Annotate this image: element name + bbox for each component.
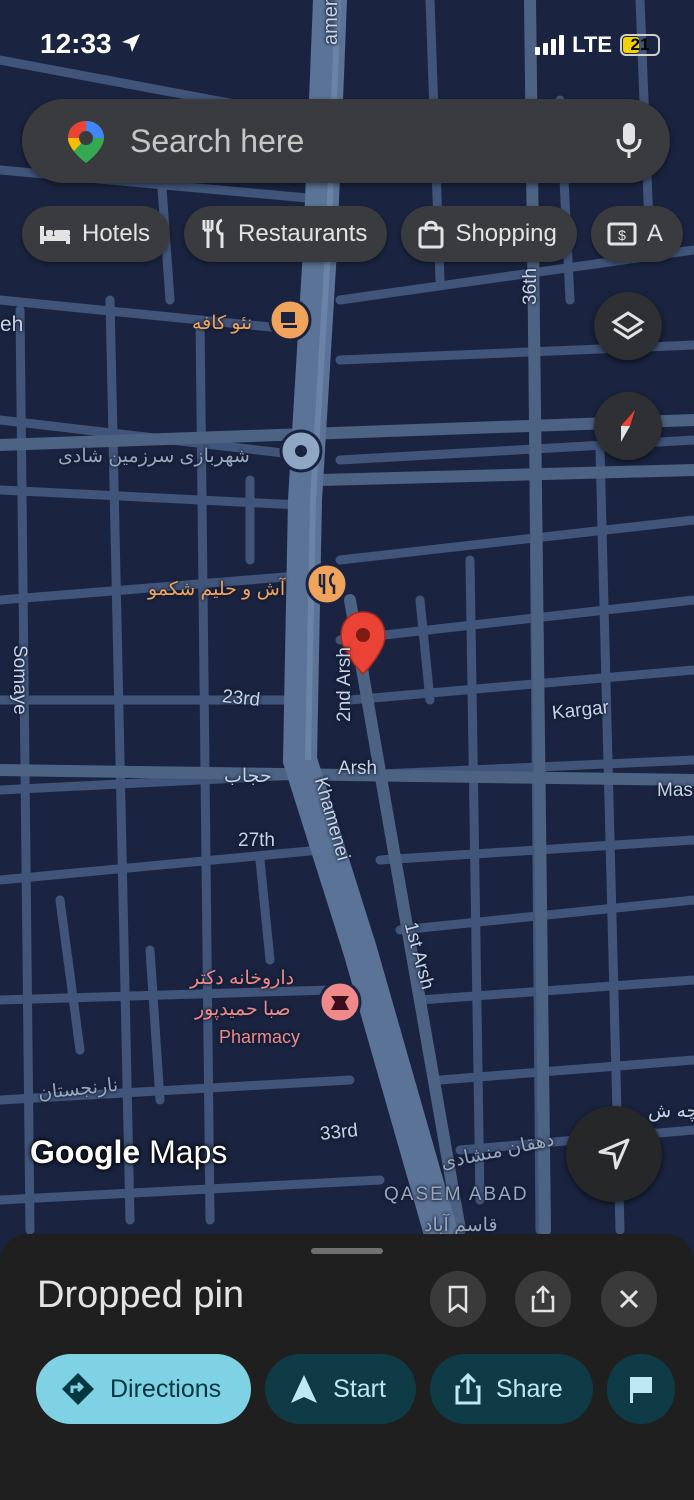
directions-button[interactable]: Directions: [36, 1354, 252, 1424]
network-type: LTE: [572, 32, 612, 57]
share-icon-button[interactable]: [515, 1271, 571, 1327]
map-label-pharmacy-fa1: داروخانه دکتر: [190, 968, 295, 989]
flag-icon: [629, 1377, 652, 1403]
map-label-36th: 36th: [520, 268, 541, 305]
amusement-park-marker[interactable]: [279, 429, 323, 473]
navigation-arrow-icon: [291, 1375, 318, 1403]
map-label-arsh: Arsh: [338, 758, 378, 779]
battery-icon: 21: [620, 34, 660, 56]
microphone-icon[interactable]: [614, 121, 644, 161]
shopping-bag-icon: [418, 220, 444, 249]
my-location-button[interactable]: [566, 1106, 662, 1202]
status-time: 12:33: [40, 28, 143, 60]
chip-atm[interactable]: $ A: [590, 206, 683, 262]
status-bar: 12:33 LTE 21: [0, 0, 694, 90]
map-label-2nd-arsh: 2nd Arsh: [334, 647, 355, 722]
map-label-23rd: 23rd: [221, 686, 262, 711]
save-button[interactable]: [430, 1271, 486, 1327]
share-icon: [531, 1285, 555, 1313]
location-arrow-icon: [122, 34, 141, 52]
directions-icon: [62, 1373, 94, 1405]
place-title: Dropped pin: [37, 1274, 245, 1316]
close-icon: [619, 1289, 639, 1309]
share-icon: [455, 1372, 481, 1405]
navigation-arrow-icon: [598, 1138, 630, 1170]
category-chips: Hotels Restaurants Shopping $ A: [22, 206, 683, 262]
map-label-hejab: حجاب: [224, 766, 272, 787]
close-button[interactable]: [601, 1271, 657, 1327]
map-label-pharmacy-en: Pharmacy: [219, 1027, 301, 1047]
map-label-somaye: Somaye: [9, 645, 30, 715]
status-right: LTE 21: [535, 32, 660, 58]
fork-knife-icon: [202, 218, 224, 248]
compass-button[interactable]: [594, 392, 662, 460]
action-buttons: Directions Start Share: [36, 1354, 675, 1424]
map-label-bottom-right: چه ش: [648, 1101, 694, 1122]
chip-restaurants[interactable]: Restaurants: [184, 206, 388, 262]
layers-button[interactable]: [594, 292, 662, 360]
google-maps-logo: Google Maps: [30, 1134, 228, 1170]
search-bar[interactable]: Search here: [22, 99, 670, 183]
map-label-cafe: نئو کافه: [192, 313, 253, 334]
atm-icon: $: [607, 222, 637, 246]
share-button[interactable]: Share: [429, 1354, 593, 1424]
map-label-mas: Mas: [657, 780, 693, 801]
restaurant-marker[interactable]: [305, 562, 349, 606]
start-button[interactable]: Start: [265, 1354, 416, 1424]
cafe-marker[interactable]: [268, 298, 312, 342]
map-label-pharmacy-fa2: صبا حمیدپور: [195, 999, 291, 1020]
more-action-button[interactable]: [606, 1354, 675, 1424]
map-label-eh: eh: [0, 313, 24, 336]
svg-text:$: $: [618, 227, 626, 243]
map-label-park: شهربازی سرزمین شادی: [58, 446, 250, 467]
chip-shopping[interactable]: Shopping: [401, 206, 577, 262]
layers-icon: [611, 311, 645, 340]
drag-handle[interactable]: [311, 1248, 383, 1254]
bed-icon: [40, 226, 70, 244]
search-input[interactable]: Search here: [130, 123, 304, 160]
map-label-restaurant: آش و حلیم شکمو: [148, 579, 286, 600]
map-label-33rd: 33rd: [318, 1120, 359, 1145]
google-maps-pin-icon: [68, 121, 104, 163]
compass-icon: [621, 410, 635, 442]
pharmacy-marker[interactable]: [318, 980, 362, 1024]
chip-hotels[interactable]: Hotels: [22, 206, 171, 262]
map-label-27th: 27th: [238, 830, 275, 851]
signal-icon: [535, 35, 565, 55]
map-label-qasem-abad: QASEM ABAD: [384, 1184, 529, 1205]
bottom-sheet: Dropped pin Directions Start Share: [0, 1234, 694, 1500]
bookmark-icon: [448, 1285, 468, 1313]
